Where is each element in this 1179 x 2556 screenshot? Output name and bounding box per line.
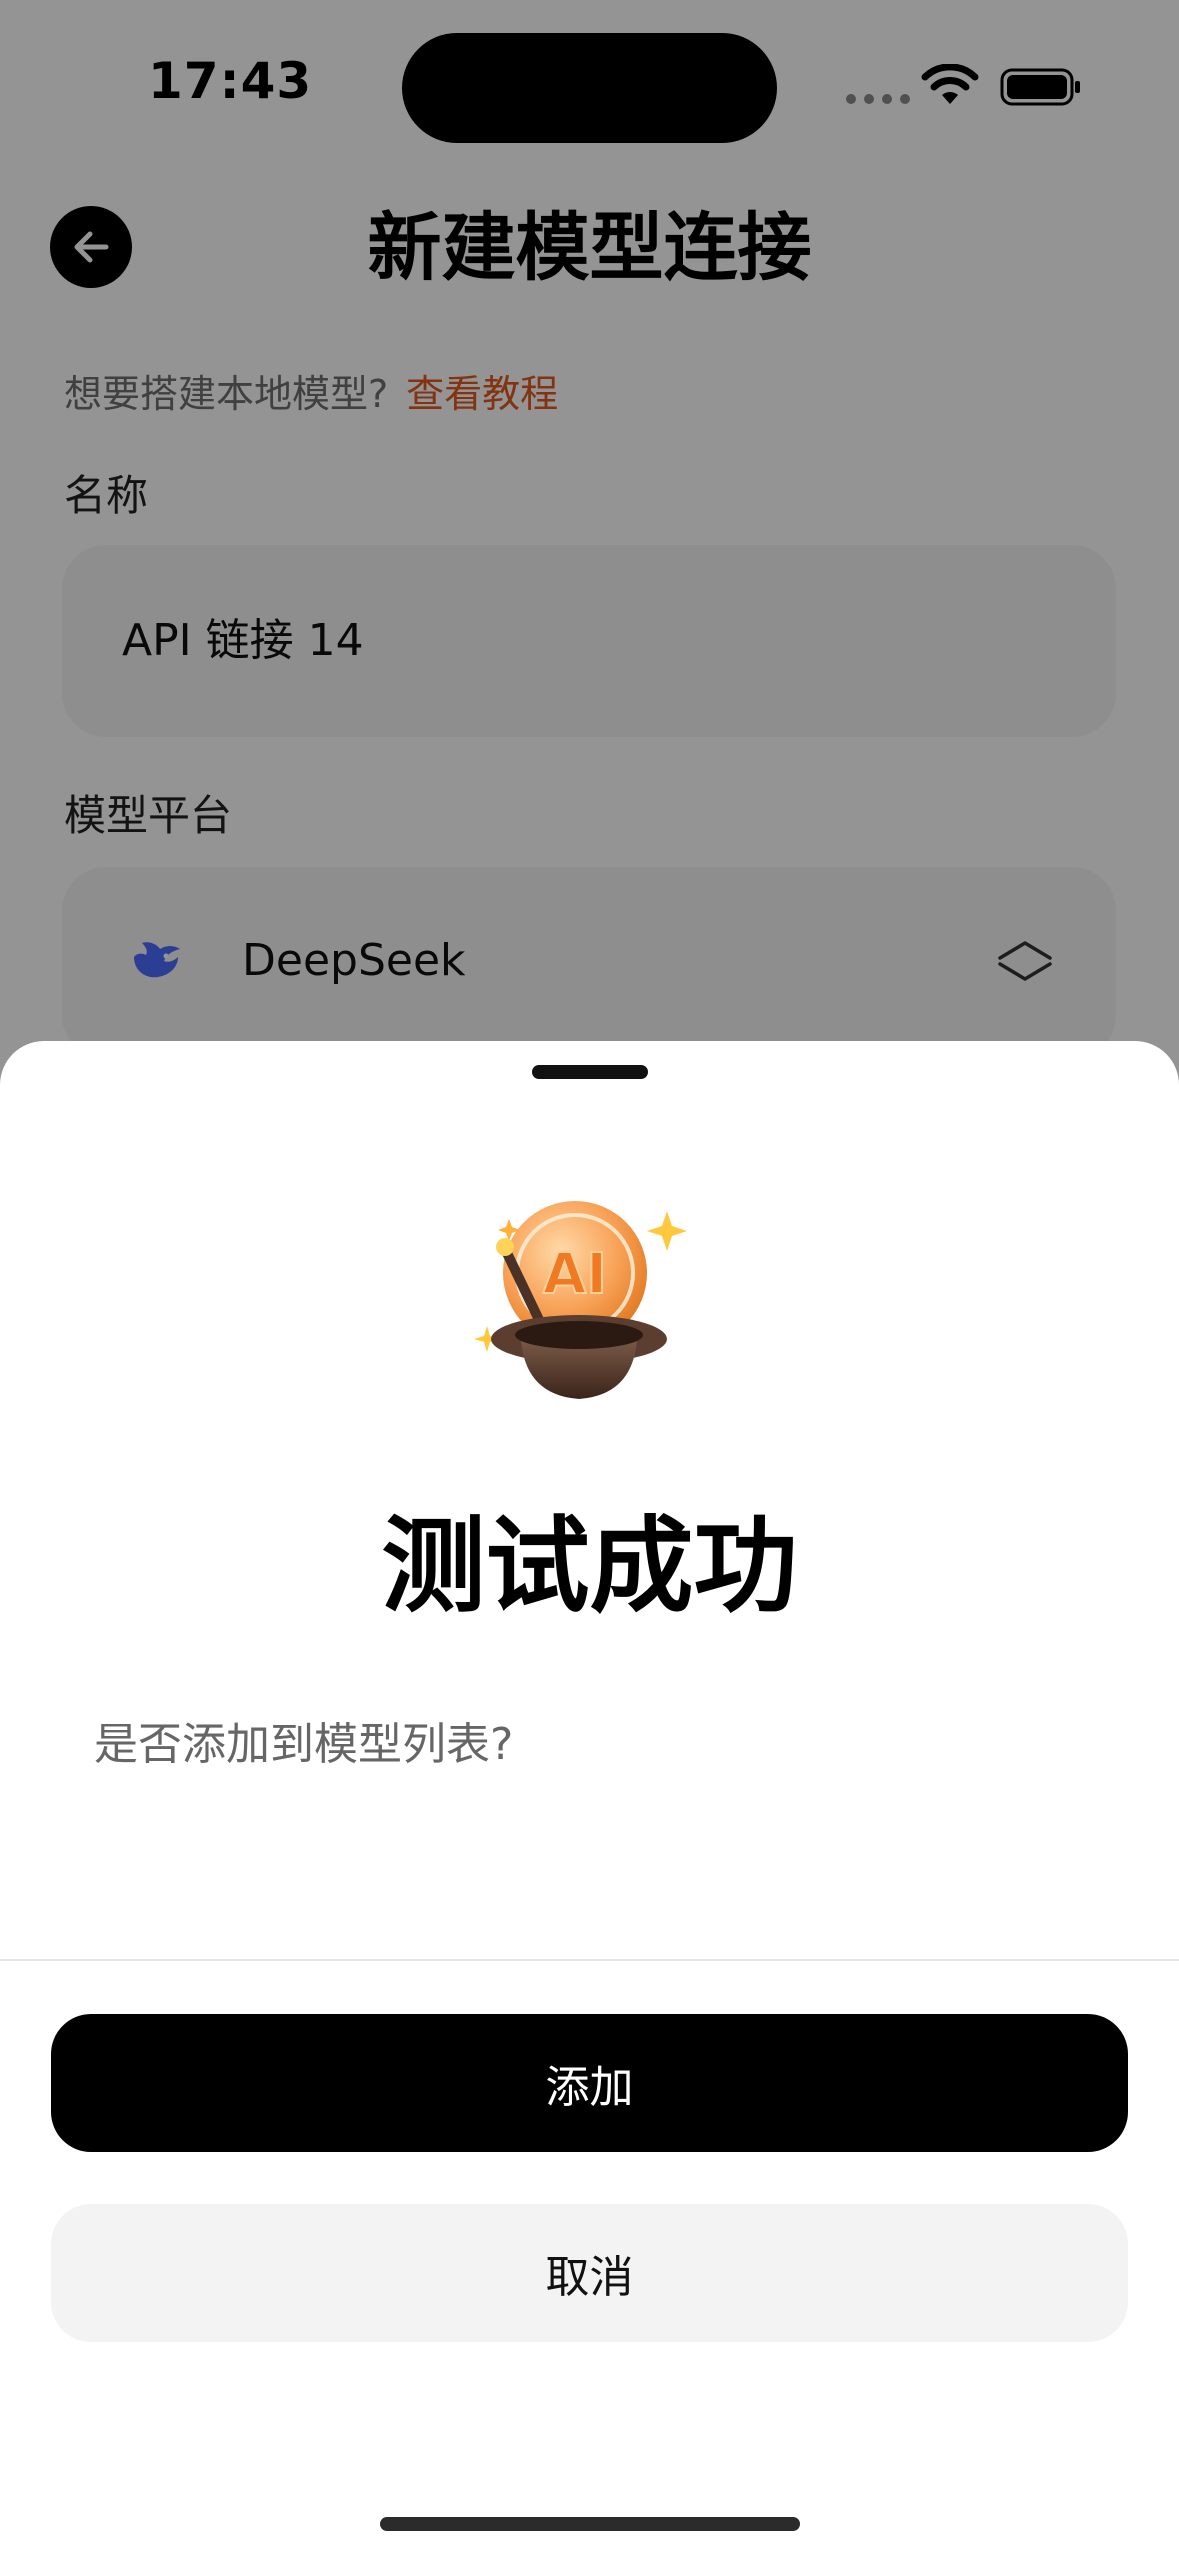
add-button[interactable]: 添加 [51, 2014, 1128, 2152]
test-success-sheet: AI 测试成功 是否添加到模型列表? 添加 取消 [0, 1041, 1179, 2556]
sheet-grabber[interactable] [532, 1065, 648, 1079]
sheet-message: 是否添加到模型列表? [94, 1719, 514, 1770]
home-indicator[interactable] [380, 2517, 800, 2531]
ai-magic-hat-icon: AI [474, 1201, 687, 1399]
cancel-button[interactable]: 取消 [51, 2204, 1128, 2342]
svg-text:AI: AI [543, 1242, 607, 1307]
sheet-divider [0, 1959, 1179, 1961]
sheet-title: 测试成功 [381, 1505, 798, 1627]
